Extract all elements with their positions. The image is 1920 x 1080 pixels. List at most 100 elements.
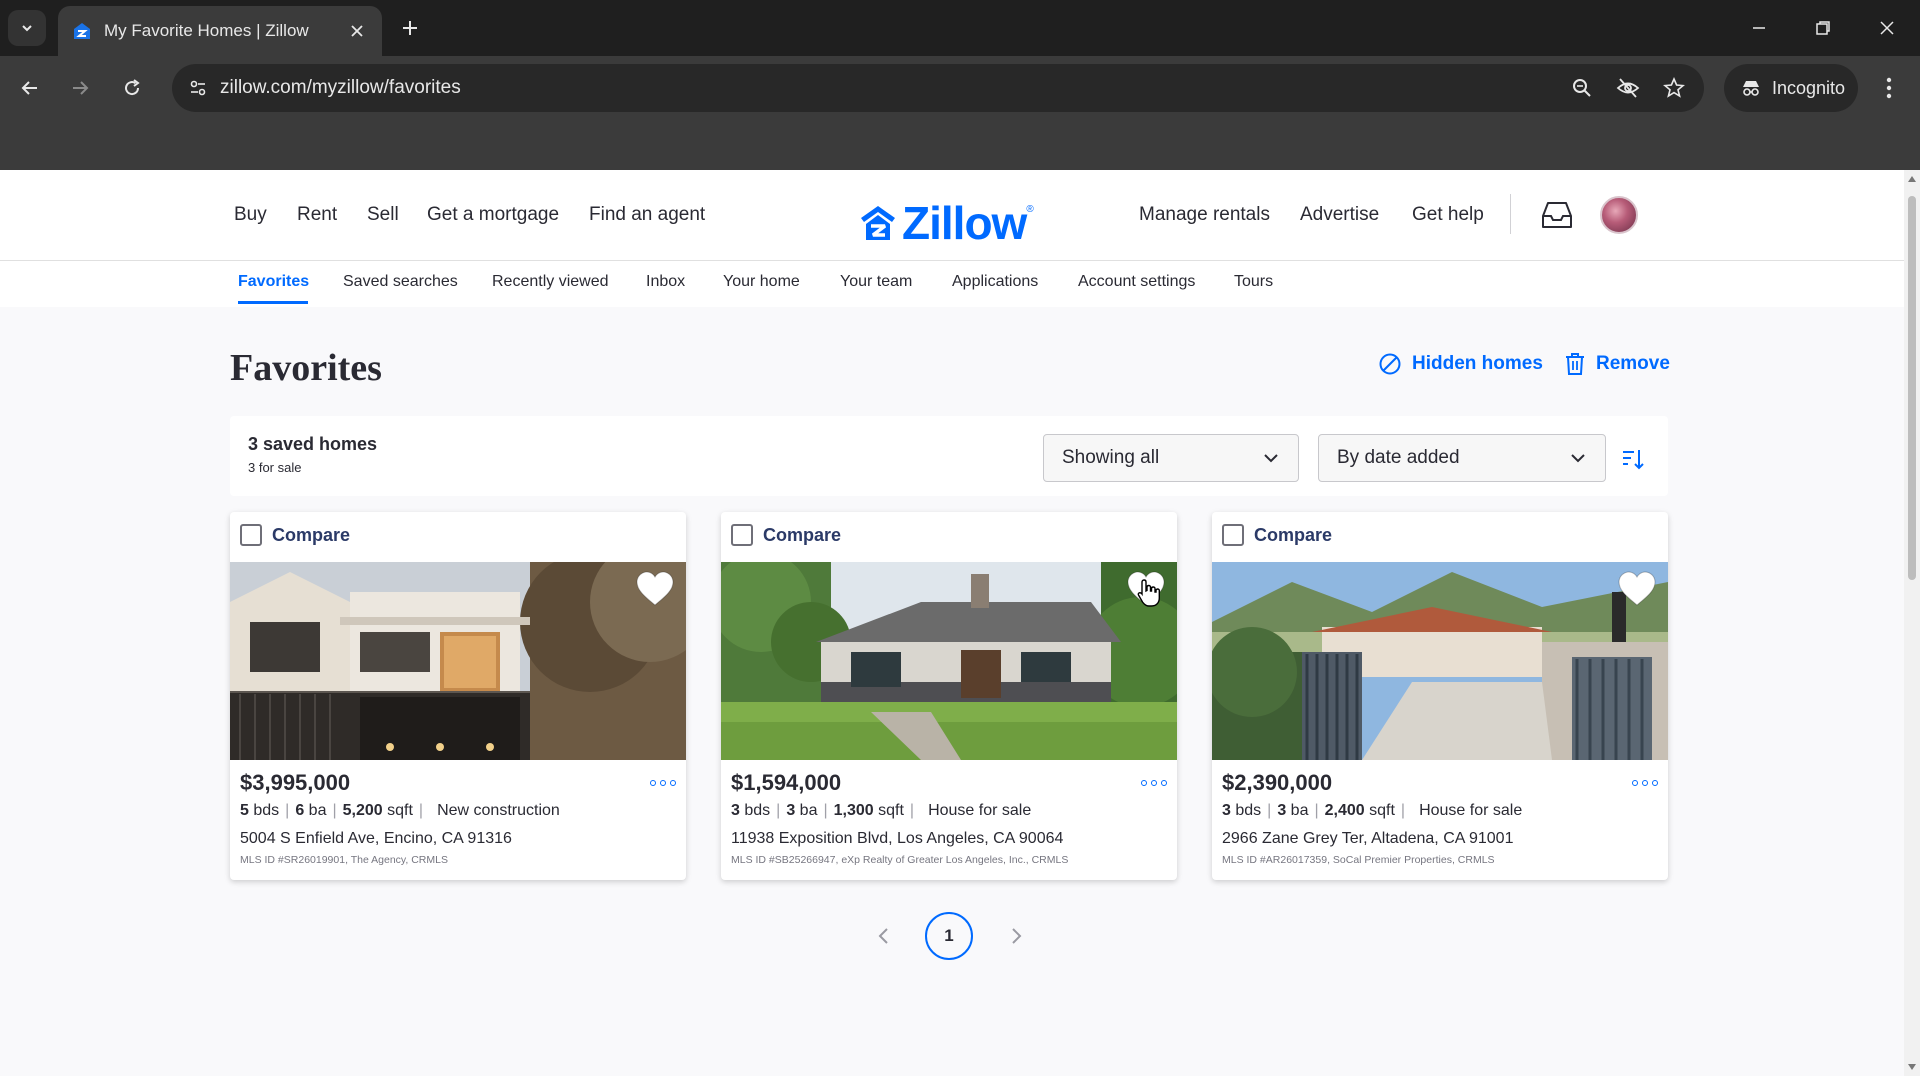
- zillow-logo[interactable]: Zillow ®: [858, 196, 1034, 250]
- tracking-protection-button[interactable]: [1614, 74, 1642, 102]
- nav-rent[interactable]: Rent: [297, 204, 337, 226]
- property-facts: 5 bds | 6 ba | 5,200 sqft | New construction: [240, 802, 560, 820]
- tab-saved-searches[interactable]: Saved searches: [343, 273, 458, 291]
- tab-favorites[interactable]: Favorites: [238, 273, 309, 291]
- chevron-down-icon: [1264, 454, 1278, 463]
- scroll-up-arrow-icon[interactable]: [1908, 176, 1916, 182]
- browser-tab-strip: My Favorite Homes | Zillow: [0, 0, 1920, 56]
- property-address[interactable]: 2966 Zane Grey Ter, Altadena, CA 91001: [1222, 830, 1513, 848]
- restore-window-button[interactable]: [1800, 10, 1846, 46]
- remove-button[interactable]: Remove: [1564, 352, 1670, 376]
- bookmark-button[interactable]: [1660, 74, 1688, 102]
- inbox-button[interactable]: [1538, 196, 1576, 234]
- facts-separator: |: [285, 802, 290, 819]
- compare-checkbox[interactable]: [240, 524, 262, 546]
- sqft-unit: sqft: [1369, 802, 1395, 819]
- page-button-current[interactable]: 1: [925, 912, 973, 960]
- compare-checkbox[interactable]: [1222, 524, 1244, 546]
- browser-menu-button[interactable]: [1874, 70, 1904, 106]
- new-tab-button[interactable]: [396, 14, 424, 42]
- sort-direction-button[interactable]: [1618, 444, 1648, 474]
- property-photo[interactable]: [721, 562, 1177, 760]
- minimize-window-button[interactable]: [1736, 10, 1782, 46]
- compare-label: Compare: [272, 524, 351, 545]
- baths-value: 3: [786, 802, 796, 819]
- tab-your-home[interactable]: Your home: [723, 273, 800, 291]
- zillow-favicon-icon: [74, 23, 90, 39]
- nav-buy[interactable]: Buy: [234, 204, 267, 226]
- browser-tab-active[interactable]: My Favorite Homes | Zillow: [58, 6, 382, 56]
- incognito-icon: [1743, 81, 1759, 96]
- back-button[interactable]: [12, 70, 48, 106]
- chevron-down-icon: [1571, 454, 1585, 463]
- sort-select[interactable]: By date added: [1318, 434, 1606, 482]
- tab-account-settings[interactable]: Account settings: [1078, 273, 1195, 291]
- facts-separator: |: [332, 802, 337, 819]
- compare-toggle[interactable]: Compare: [731, 524, 841, 546]
- compare-toggle[interactable]: Compare: [1222, 524, 1332, 546]
- property-card[interactable]: Compare $1,594,000 3 bds | 3 ba | 1,300 …: [721, 512, 1177, 880]
- zoom-button[interactable]: [1568, 74, 1596, 102]
- address-bar[interactable]: zillow.com/myzillow/favorites: [172, 64, 1704, 112]
- property-photo[interactable]: [1212, 562, 1668, 760]
- site-info-button[interactable]: [180, 70, 216, 106]
- nav-manage-rentals[interactable]: Manage rentals: [1139, 204, 1270, 226]
- sqft-unit: sqft: [387, 802, 413, 819]
- nav-advertise[interactable]: Advertise: [1300, 204, 1379, 226]
- more-options-button[interactable]: [1632, 776, 1658, 790]
- more-options-button[interactable]: [1141, 776, 1167, 790]
- facts-separator: |: [1267, 802, 1272, 819]
- incognito-indicator[interactable]: Incognito: [1724, 64, 1858, 112]
- hidden-homes-button[interactable]: Hidden homes: [1378, 352, 1543, 376]
- nav-sell[interactable]: Sell: [367, 204, 399, 226]
- tab-inbox[interactable]: Inbox: [646, 273, 685, 291]
- nav-get-a-mortgage[interactable]: Get a mortgage: [427, 204, 559, 226]
- more-options-button[interactable]: [650, 776, 676, 790]
- next-page-button[interactable]: [1004, 924, 1028, 948]
- nav-get-help[interactable]: Get help: [1412, 204, 1484, 226]
- heart-favorite-icon[interactable]: [634, 570, 676, 608]
- mls-attribution: MLS ID #SR26019901, The Agency, CRMLS: [240, 854, 448, 866]
- close-icon: [351, 25, 363, 37]
- scrollbar-thumb[interactable]: [1908, 196, 1916, 580]
- minimize-icon: [1753, 27, 1765, 29]
- beds-unit: bds: [744, 802, 771, 819]
- tab-search-button[interactable]: [8, 10, 46, 46]
- page-scrollbar[interactable]: [1904, 170, 1920, 1076]
- forward-button[interactable]: [62, 70, 98, 106]
- close-icon: [1880, 21, 1894, 35]
- heart-favorite-icon[interactable]: [1616, 570, 1658, 608]
- close-window-button[interactable]: [1864, 10, 1910, 46]
- arrow-right-icon: [73, 81, 89, 95]
- active-tab-indicator: [238, 301, 308, 304]
- scroll-down-arrow-icon[interactable]: [1908, 1064, 1916, 1070]
- nav-find-an-agent[interactable]: Find an agent: [589, 204, 705, 226]
- property-card[interactable]: Compare $3,995,000 5 bds | 6 ba | 5,200 …: [230, 512, 686, 880]
- tab-applications[interactable]: Applications: [952, 273, 1038, 291]
- saved-homes-count: 3 saved homes: [248, 434, 378, 454]
- zillow-logo-icon: [861, 206, 895, 240]
- reload-icon: [125, 79, 140, 96]
- arrow-left-icon: [21, 81, 37, 95]
- beds-value: 3: [1222, 802, 1231, 819]
- baths-unit: ba: [1290, 802, 1309, 819]
- filter-select[interactable]: Showing all: [1043, 434, 1299, 482]
- compare-checkbox[interactable]: [731, 524, 753, 546]
- star-icon: [1663, 77, 1685, 98]
- property-photo[interactable]: [230, 562, 686, 760]
- sort-descending-icon: [1623, 450, 1644, 470]
- property-address[interactable]: 5004 S Enfield Ave, Encino, CA 91316: [240, 830, 512, 848]
- tab-close-button[interactable]: [346, 20, 368, 42]
- compare-toggle[interactable]: Compare: [240, 524, 350, 546]
- reload-button[interactable]: [114, 70, 150, 106]
- tab-your-team[interactable]: Your team: [840, 273, 912, 291]
- baths-value: 6: [295, 802, 305, 819]
- previous-page-button[interactable]: [872, 924, 896, 948]
- property-card[interactable]: Compare $2,390,000 3 bds | 3 ba | 2,400 …: [1212, 512, 1668, 880]
- tab-recently-viewed[interactable]: Recently viewed: [492, 273, 609, 291]
- mls-attribution: MLS ID #AR26017359, SoCal Premier Proper…: [1222, 854, 1495, 866]
- tab-tours[interactable]: Tours: [1234, 273, 1273, 291]
- logo-wordmark: Zillow: [902, 197, 1027, 249]
- property-address[interactable]: 11938 Exposition Blvd, Los Angeles, CA 9…: [731, 830, 1063, 848]
- user-avatar[interactable]: [1600, 196, 1638, 234]
